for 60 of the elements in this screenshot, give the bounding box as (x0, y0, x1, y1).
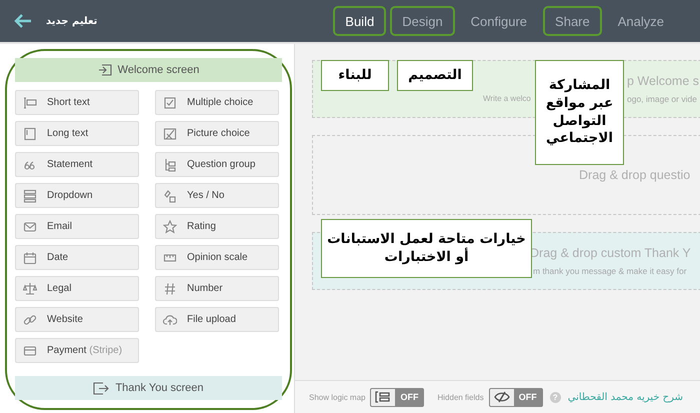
nav-tab[interactable]: Configure (458, 6, 540, 36)
star-icon (163, 220, 177, 234)
envelope-icon (23, 220, 37, 234)
credit-card-icon (23, 344, 37, 358)
nav-tab[interactable]: Analyze (606, 6, 676, 36)
text-area-icon (23, 126, 37, 140)
annotation-callout: التصميم (397, 60, 473, 91)
back-arrow-icon (14, 14, 32, 28)
toggle-switch[interactable]: OFF (370, 388, 424, 406)
exit-icon (93, 382, 110, 394)
question-type-button[interactable]: Website (15, 307, 139, 332)
scales-icon (23, 282, 37, 296)
drop-zone-hint: ogo, image or vide (627, 94, 697, 104)
question-type-button[interactable]: Multiple choice (155, 90, 279, 115)
cloud-upload-icon (163, 312, 177, 326)
nav-tab[interactable]: Share (543, 6, 602, 36)
author-credit: شرح خيريه محمد القحطاني (568, 392, 684, 402)
hash-icon (163, 282, 177, 296)
question-type-button[interactable]: Long text (15, 121, 139, 146)
drop-zone-hint: m thank you message & make it easy for (533, 266, 688, 276)
drop-zone-heading: Drag & drop questio (579, 168, 692, 182)
question-type-button[interactable]: Short text (15, 90, 139, 115)
enter-icon (98, 64, 112, 76)
question-type-button[interactable]: Legal (15, 276, 139, 301)
checkbox-icon (163, 96, 177, 110)
nav-tab[interactable]: Build (333, 6, 386, 36)
question-type-button[interactable]: Payment (Stripe) (15, 338, 139, 363)
question-type-button[interactable]: Picture choice (155, 121, 279, 146)
question-type-button[interactable]: Date (15, 245, 139, 270)
form-title: تعليم جديد (46, 16, 98, 26)
question-type-button[interactable]: Yes / No (155, 183, 279, 208)
toggle-label: Show logic map (309, 392, 366, 402)
question-type-button[interactable]: Rating (155, 214, 279, 239)
picture-checkbox-icon (163, 126, 177, 140)
drop-zone-hint: Write a welco (483, 94, 531, 104)
annotation-callout: المشاركة عبر مواقع التواصل الاجتماعي (535, 60, 624, 165)
toggle-switch[interactable]: OFF (488, 388, 543, 406)
annotation-callout: للبناء (321, 60, 389, 91)
calendar-icon (23, 250, 37, 264)
question-type-button[interactable]: Number (155, 276, 279, 301)
back-button[interactable] (14, 14, 32, 28)
yes-no-icon (163, 188, 177, 202)
drop-zone-heading: p Welcome s (627, 74, 700, 88)
question-type-button[interactable]: Question group (155, 152, 279, 177)
question-type-button[interactable]: Email (15, 214, 139, 239)
hidden-eye-icon (494, 391, 510, 403)
question-type-button[interactable]: Statement (15, 152, 139, 177)
question-type-button[interactable]: File upload (155, 307, 279, 332)
nav-tab[interactable]: Design (390, 6, 455, 36)
annotation-callout: خيارات متاحة لعمل الاستبانات أو الاختبارات (321, 219, 532, 278)
toggle-label: Hidden fields (437, 392, 484, 402)
thank-you-screen-button[interactable]: Thank You screen (15, 376, 282, 400)
list-icon (23, 188, 37, 202)
logic-map-icon (375, 391, 392, 403)
text-cursor-icon (23, 96, 37, 110)
tree-icon (163, 158, 177, 172)
question-type-button[interactable]: Dropdown (15, 183, 139, 208)
welcome-screen-button[interactable]: Welcome screen (15, 58, 282, 82)
question-type-button[interactable]: Opinion scale (155, 245, 279, 270)
link-icon (23, 312, 37, 326)
